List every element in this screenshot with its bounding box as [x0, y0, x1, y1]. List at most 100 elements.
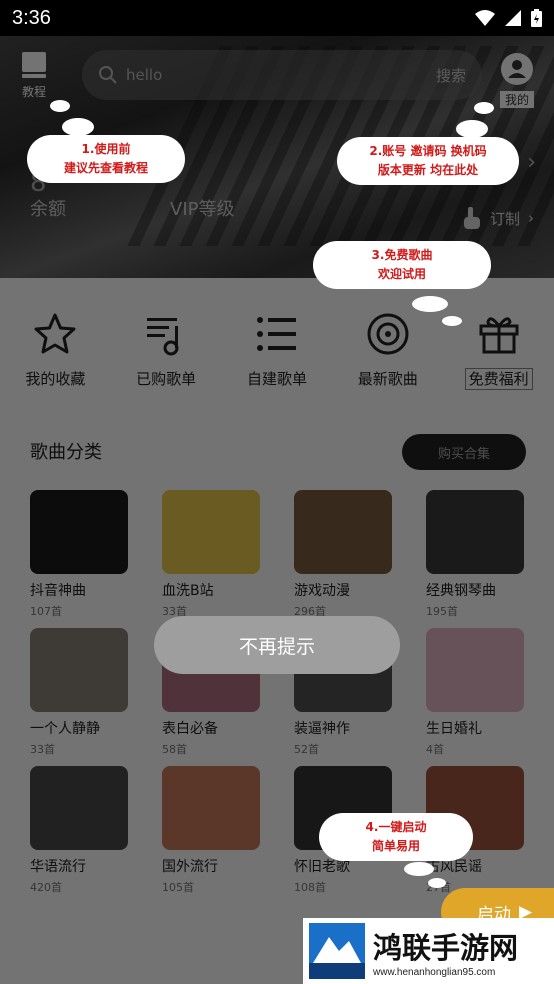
- cloud-puff: [474, 102, 494, 114]
- category-thumbnail: [30, 490, 128, 574]
- tip-start: 4.一键启动 简单易用: [322, 816, 470, 858]
- category-card[interactable]: 抖音神曲 107首: [30, 490, 130, 628]
- quick-action-label: 免费福利: [464, 368, 533, 390]
- category-count: 58首: [162, 743, 187, 756]
- quick-action-free[interactable]: 免费福利: [449, 312, 549, 390]
- vip-label: VIP等级: [170, 199, 235, 220]
- battery-icon: [531, 9, 542, 27]
- signal-icon: [505, 10, 521, 26]
- quick-action-label: 已购歌单: [136, 370, 197, 388]
- watermark-title: 鸿联手游网: [373, 930, 519, 965]
- category-name: 游戏动漫: [294, 583, 350, 599]
- quick-action-label: 自建歌单: [246, 370, 307, 388]
- cloud-puff: [428, 878, 446, 888]
- category-count: 52首: [294, 743, 319, 756]
- category-thumbnail: [426, 628, 524, 712]
- list-icon: [256, 317, 296, 351]
- category-count: 108首: [294, 881, 326, 894]
- category-thumbnail: [426, 490, 524, 574]
- chevron-right-icon: ›: [527, 150, 536, 175]
- music-list-icon: [147, 318, 179, 356]
- disc-icon: [367, 313, 409, 355]
- category-name: 经典钢琴曲: [426, 583, 496, 599]
- cloud-puff: [412, 296, 448, 312]
- quick-action-label: 我的收藏: [25, 370, 86, 388]
- tip-tutorial: 1.使用前 建议先查看教程: [30, 138, 182, 180]
- tip-text: 3.免费歌曲: [371, 248, 433, 262]
- category-card[interactable]: 游戏动漫 296首: [294, 490, 394, 628]
- quick-action-favorites[interactable]: 我的收藏: [5, 312, 105, 389]
- status-icons: [475, 9, 542, 27]
- category-count: 105首: [162, 881, 194, 894]
- wifi-icon: [475, 10, 495, 26]
- category-count: 195首: [426, 605, 458, 618]
- user-icon: [501, 53, 533, 85]
- tip-text: 简单易用: [371, 839, 420, 853]
- tip-text: 4.一键启动: [365, 820, 427, 834]
- category-name: 国外流行: [162, 859, 218, 875]
- tutorial-button[interactable]: 教程: [18, 50, 50, 100]
- balance-label: 余额: [30, 199, 66, 220]
- search-input[interactable]: hello: [126, 66, 162, 84]
- category-name: 血洗B站: [162, 583, 214, 599]
- category-name: 抖音神曲: [30, 583, 86, 599]
- section-title: 歌曲分类: [30, 442, 102, 463]
- category-name: 怀旧老歌: [294, 859, 350, 875]
- hand-pointer-icon: [463, 207, 480, 229]
- status-bar: 3:36: [0, 0, 554, 36]
- quick-action-latest[interactable]: 最新歌曲: [338, 312, 438, 389]
- cloud-puff: [456, 120, 488, 138]
- tip-text: 欢迎试用: [377, 267, 426, 281]
- quick-actions: 我的收藏 已购歌单 自建歌单 最新歌曲 免费福利: [0, 312, 554, 390]
- category-count: 420首: [30, 881, 62, 894]
- category-card[interactable]: 华语流行 420首: [30, 766, 130, 904]
- gift-icon: [479, 317, 519, 354]
- buy-all-button[interactable]: 购买合集: [402, 434, 526, 470]
- cloud-puff: [62, 118, 94, 136]
- cloud-puff: [50, 100, 70, 112]
- search-icon: [99, 66, 117, 84]
- category-thumbnail: [30, 766, 128, 850]
- tip-text: 1.使用前: [81, 142, 131, 156]
- category-count: 33首: [30, 743, 55, 756]
- search-button[interactable]: 搜索: [436, 65, 466, 86]
- profile-button[interactable]: 我的: [500, 52, 534, 108]
- book-icon: [22, 52, 46, 78]
- tip-free-songs: 3.免费歌曲 欢迎试用: [316, 244, 488, 286]
- watermark-url: www.henanhonglian95.com: [373, 966, 496, 978]
- category-card[interactable]: 经典钢琴曲 195首: [426, 490, 526, 628]
- category-name: 华语流行: [30, 859, 86, 875]
- tip-text: 2.账号 邀请码 换机码: [369, 144, 487, 158]
- category-card[interactable]: 血洗B站 33首: [162, 490, 262, 628]
- category-card[interactable]: 一个人静静 33首: [30, 628, 130, 766]
- toast-dont-show-again[interactable]: 不再提示: [154, 616, 400, 674]
- category-name: 生日婚礼: [426, 721, 482, 737]
- cloud-puff: [442, 316, 462, 326]
- quick-action-purchased[interactable]: 已购歌单: [116, 312, 216, 389]
- category-count: 4首: [426, 743, 444, 756]
- category-thumbnail: [294, 490, 392, 574]
- tip-account: 2.账号 邀请码 换机码 版本更新 均在此处: [340, 140, 516, 182]
- status-time: 3:36: [12, 6, 51, 29]
- category-thumbnail: [162, 490, 260, 574]
- chevron-right-icon: ›: [528, 209, 534, 227]
- star-icon: [34, 313, 76, 354]
- watermark: 鸿联手游网 www.henanhonglian95.com: [303, 918, 554, 984]
- category-thumbnail: [30, 628, 128, 712]
- watermark-logo: [309, 923, 365, 979]
- quick-action-label: 最新歌曲: [357, 370, 418, 388]
- custom-button[interactable]: 订制 ›: [460, 205, 534, 231]
- category-card[interactable]: 国外流行 105首: [162, 766, 262, 904]
- cloud-puff: [404, 862, 434, 876]
- search-bar[interactable]: hello 搜索: [82, 50, 482, 100]
- category-name: 装逼神作: [294, 721, 350, 737]
- custom-label: 订制: [489, 209, 520, 228]
- tip-text: 版本更新 均在此处: [377, 163, 479, 177]
- category-name: 古风民谣: [426, 859, 482, 875]
- category-count: 107首: [30, 605, 62, 618]
- quick-action-custom-list[interactable]: 自建歌单: [227, 312, 327, 389]
- category-thumbnail: [162, 766, 260, 850]
- category-name: 表白必备: [162, 721, 218, 737]
- category-name: 一个人静静: [30, 721, 100, 737]
- category-card[interactable]: 生日婚礼 4首: [426, 628, 526, 766]
